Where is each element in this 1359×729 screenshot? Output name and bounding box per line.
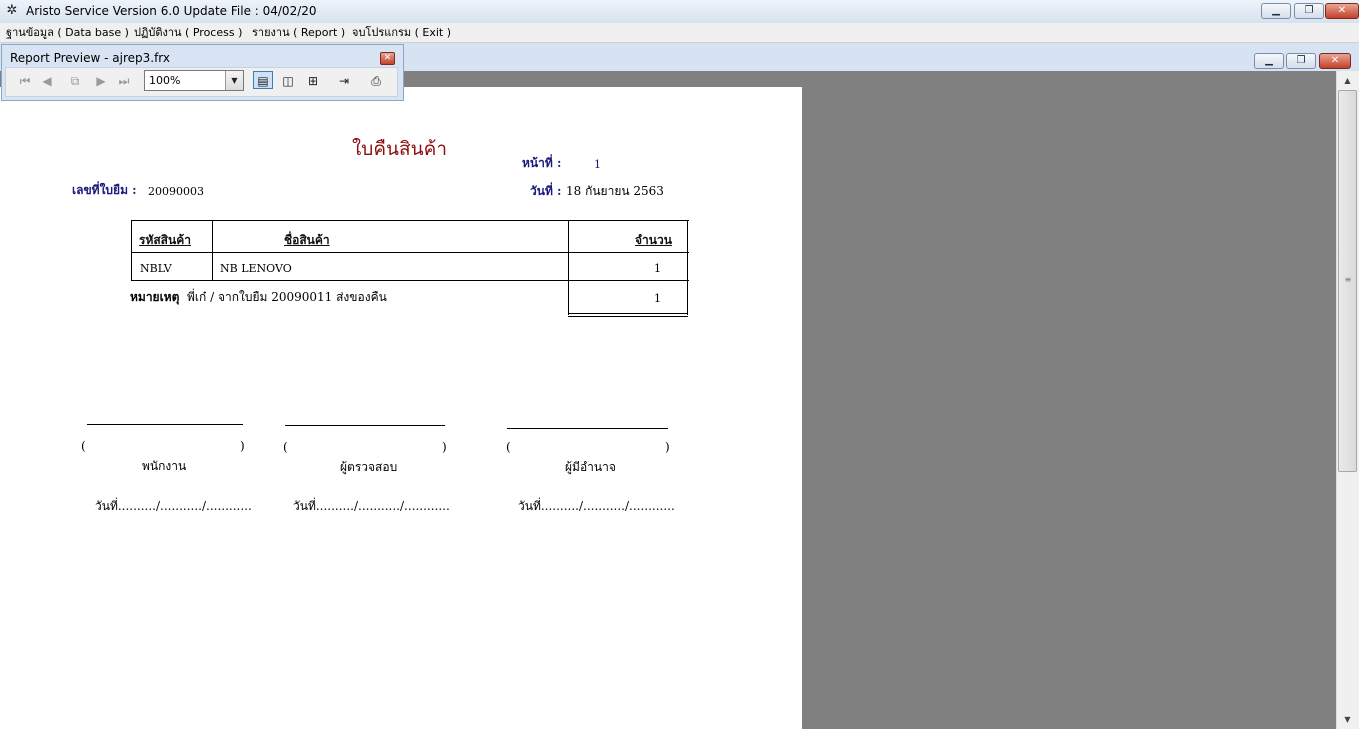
zoom-value: 100% <box>149 74 181 87</box>
signature-open-paren: ( <box>81 439 86 453</box>
close-preview-button[interactable]: ⇥ <box>334 72 354 90</box>
workspace-background <box>802 87 1336 729</box>
restore-button[interactable]: ❐ <box>1294 3 1324 19</box>
goto-page-button[interactable]: ⧉ <box>65 72 85 90</box>
table-right-border <box>687 220 688 315</box>
minimize-icon: ▁ <box>1272 5 1280 16</box>
prev-page-icon: ◀ <box>42 74 52 88</box>
signature-close-paren: ) <box>665 440 670 454</box>
goto-page-icon: ⧉ <box>70 74 80 88</box>
four-pages-icon: ⊞ <box>307 74 319 88</box>
print-icon: ⎙ <box>371 74 381 88</box>
total-underline <box>568 313 688 314</box>
print-button[interactable]: ⎙ <box>366 72 386 90</box>
signature-open-paren: ( <box>283 440 288 454</box>
table-header-border <box>131 252 689 253</box>
signature-role-authority: ผู้มีอำนาจ <box>565 460 616 474</box>
table-left-border <box>131 220 132 280</box>
restore-icon: ❐ <box>1296 55 1306 66</box>
close-preview-icon: ⇥ <box>338 74 350 88</box>
page-number-value: 1 <box>594 158 601 171</box>
chevron-down-icon: ▼ <box>231 76 238 85</box>
preview-window-title: Report Preview - ajrep3.frx <box>10 51 171 65</box>
first-page-icon: ⏮ <box>19 74 31 88</box>
table-top-border <box>131 220 689 221</box>
doc-no-value: 20090003 <box>148 185 204 198</box>
child-minimize-button[interactable]: ▁ <box>1254 53 1284 69</box>
two-pages-icon: ◫ <box>282 74 294 88</box>
signature-open-paren: ( <box>506 440 511 454</box>
signature-close-paren: ) <box>442 440 447 454</box>
table-cell-name: NB LENOVO <box>220 262 292 275</box>
remark-label: หมายเหตุ <box>130 290 180 304</box>
preview-close-button[interactable]: ✕ <box>380 52 395 65</box>
child-restore-button[interactable]: ❐ <box>1286 53 1316 69</box>
close-button[interactable]: ✕ <box>1325 3 1359 19</box>
page-number-label: หน้าที่ : <box>522 156 562 170</box>
table-col-divider <box>212 220 213 280</box>
table-header-name: ชื่อสินค้า <box>284 233 330 247</box>
first-page-button[interactable]: ⏮ <box>15 72 35 90</box>
close-icon: ✕ <box>383 53 392 63</box>
signature-role-checker: ผู้ตรวจสอบ <box>340 460 398 474</box>
close-icon: ✕ <box>1337 5 1347 16</box>
signature-date-authority: วันที่........../.........../...........… <box>518 499 675 513</box>
date-value: 18 กันยายน 2563 <box>566 184 664 198</box>
table-cell-qty: 1 <box>654 262 661 275</box>
signature-line <box>507 428 668 429</box>
menu-process[interactable]: ปฏิบัติงาน ( Process ) <box>134 25 242 40</box>
doc-no-label: เลขที่ใบยืม : <box>72 183 137 197</box>
signature-line <box>87 424 243 425</box>
next-page-button[interactable]: ▶ <box>91 72 111 90</box>
minimize-icon: ▁ <box>1265 55 1273 66</box>
signature-close-paren: ) <box>240 439 245 453</box>
menu-database[interactable]: ฐานข้อมูล ( Data base ) <box>6 25 129 40</box>
signature-date-employee: วันที่........../.........../...........… <box>95 499 252 513</box>
scroll-down-icon[interactable]: ▼ <box>1338 711 1357 728</box>
next-page-icon: ▶ <box>96 74 106 88</box>
scroll-up-icon[interactable]: ▲ <box>1338 72 1357 89</box>
close-icon: ✕ <box>1330 55 1340 66</box>
four-pages-button[interactable]: ⊞ <box>303 72 323 90</box>
total-double-underline <box>568 316 688 317</box>
prev-page-button[interactable]: ◀ <box>37 72 57 90</box>
menu-report[interactable]: รายงาน ( Report ) <box>252 25 345 40</box>
table-header-qty: จำนวน <box>635 233 672 247</box>
one-page-button[interactable]: ▤ <box>253 71 273 89</box>
date-label: วันที่ : <box>530 184 562 198</box>
remark-value: พี่เก๋ / จากใบยืม 20090011 ส่งของคืน <box>187 290 387 304</box>
signature-line <box>285 425 445 426</box>
report-title: ใบคืนสินค้า <box>352 138 447 160</box>
restore-icon: ❐ <box>1304 5 1314 16</box>
table-row-border <box>131 280 689 281</box>
window-title: Aristo Service Version 6.0 Update File :… <box>26 4 317 18</box>
zoom-dropdown-button[interactable]: ▼ <box>225 71 243 90</box>
two-pages-button[interactable]: ◫ <box>278 72 298 90</box>
minimize-button[interactable]: ▁ <box>1261 3 1291 19</box>
scrollbar-grip-icon: ≡ <box>1344 275 1352 284</box>
total-qty: 1 <box>654 292 661 305</box>
one-page-icon: ▤ <box>257 74 269 88</box>
table-header-code: รหัสสินค้า <box>139 233 191 247</box>
table-col-divider <box>568 220 569 315</box>
child-close-button[interactable]: ✕ <box>1319 53 1351 69</box>
signature-role-employee: พนักงาน <box>142 459 187 473</box>
app-logo-icon[interactable]: ✲ <box>4 3 20 19</box>
menu-exit[interactable]: จบโปรแกรม ( Exit ) <box>352 25 451 40</box>
last-page-icon: ⏭ <box>118 74 130 88</box>
last-page-button[interactable]: ⏭ <box>114 72 134 90</box>
signature-date-checker: วันที่........../.........../...........… <box>293 499 450 513</box>
table-cell-code: NBLV <box>140 262 172 275</box>
